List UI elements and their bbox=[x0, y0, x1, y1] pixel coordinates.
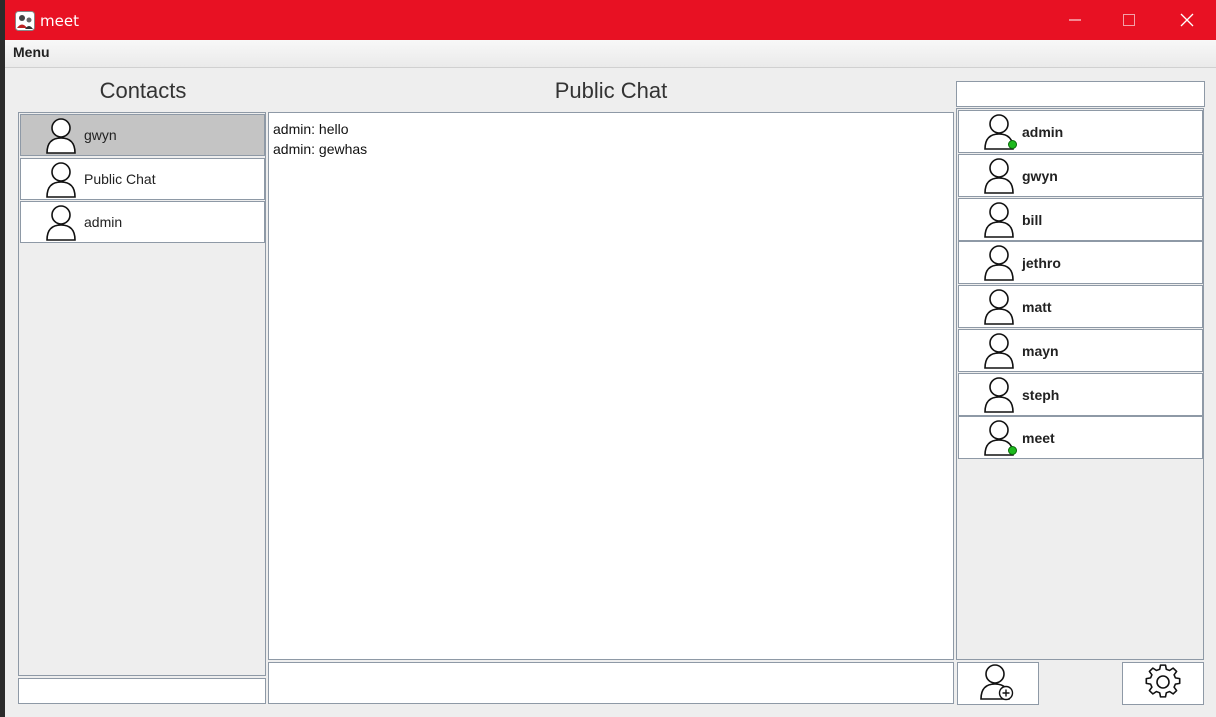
user-name: admin bbox=[1022, 124, 1064, 140]
user-name: steph bbox=[1022, 387, 1060, 403]
window-title: meet bbox=[40, 12, 79, 30]
menu-button[interactable]: Menu bbox=[13, 44, 50, 60]
user-icon bbox=[983, 376, 1015, 418]
settings-button[interactable] bbox=[1122, 662, 1204, 705]
user-item-meet[interactable]: meet bbox=[958, 416, 1203, 459]
menu-bar: Menu bbox=[5, 40, 1216, 68]
contact-name: gwyn bbox=[84, 127, 117, 143]
user-icon bbox=[45, 204, 77, 246]
chat-title: Public Chat bbox=[554, 78, 668, 103]
contact-item-admin[interactable]: admin bbox=[20, 201, 265, 243]
user-item-matt[interactable]: matt bbox=[958, 285, 1203, 328]
user-name: meet bbox=[1022, 430, 1055, 446]
close-icon[interactable] bbox=[1173, 6, 1201, 34]
user-icon bbox=[983, 201, 1015, 243]
app-window: meet Menu Contacts Public Chat gwyn Publ… bbox=[5, 0, 1216, 717]
user-item-gwyn[interactable]: gwyn bbox=[958, 154, 1203, 197]
contact-item-public-chat[interactable]: Public Chat bbox=[20, 158, 265, 200]
contacts-search-input[interactable] bbox=[18, 678, 266, 704]
contact-item-gwyn[interactable]: gwyn bbox=[20, 114, 265, 156]
contact-name: Public Chat bbox=[84, 171, 156, 187]
user-icon bbox=[983, 244, 1015, 286]
user-item-jethro[interactable]: jethro bbox=[958, 241, 1203, 284]
users-list: admin gwyn bill jethro matt mayn steph m… bbox=[956, 108, 1204, 660]
user-name: mayn bbox=[1022, 343, 1059, 359]
chat-messages[interactable]: admin: hello admin: gewhas bbox=[268, 112, 954, 660]
add-user-icon bbox=[980, 663, 1016, 705]
chat-message: admin: gewhas bbox=[273, 141, 368, 157]
user-name: bill bbox=[1022, 212, 1043, 228]
app-logo-icon bbox=[15, 11, 35, 31]
user-icon bbox=[45, 117, 77, 159]
user-item-mayn[interactable]: mayn bbox=[958, 329, 1203, 372]
maximize-icon[interactable] bbox=[1115, 6, 1143, 34]
contacts-title: Contacts bbox=[99, 78, 187, 103]
user-search-input[interactable] bbox=[956, 81, 1205, 107]
user-name: jethro bbox=[1022, 255, 1061, 271]
user-item-admin[interactable]: admin bbox=[958, 110, 1203, 153]
gear-icon bbox=[1145, 663, 1181, 704]
user-icon bbox=[983, 332, 1015, 374]
add-user-button[interactable] bbox=[957, 662, 1039, 705]
chat-message: admin: hello bbox=[273, 121, 349, 137]
user-item-steph[interactable]: steph bbox=[958, 373, 1203, 416]
online-status-icon bbox=[1008, 446, 1017, 455]
online-status-icon bbox=[1008, 140, 1017, 149]
user-icon bbox=[45, 161, 77, 203]
user-name: matt bbox=[1022, 299, 1052, 315]
user-item-bill[interactable]: bill bbox=[958, 198, 1203, 241]
contact-name: admin bbox=[84, 214, 123, 230]
minimize-icon[interactable] bbox=[1061, 6, 1089, 34]
user-icon bbox=[983, 288, 1015, 330]
user-icon bbox=[983, 157, 1015, 199]
title-bar[interactable]: meet bbox=[5, 0, 1216, 40]
user-name: gwyn bbox=[1022, 168, 1058, 184]
message-input[interactable] bbox=[268, 662, 954, 704]
contacts-list: gwyn Public Chat admin bbox=[18, 112, 266, 676]
